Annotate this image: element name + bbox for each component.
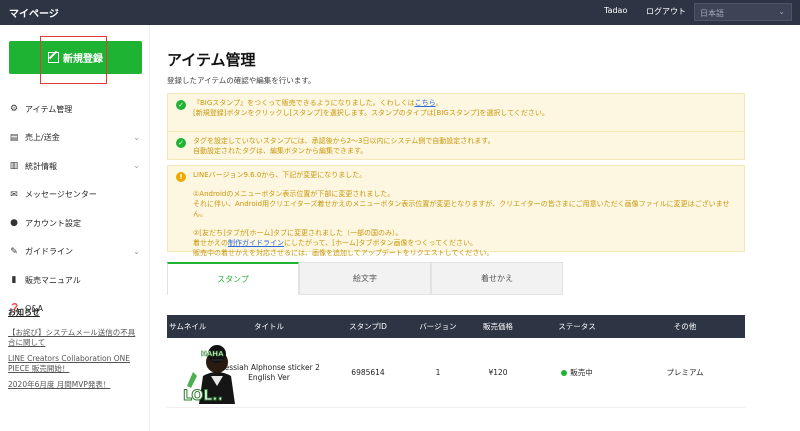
sidebar-item-sales-manual[interactable]: ▮ 販売マニュアル	[0, 266, 150, 295]
column-header: タイトル	[254, 322, 284, 331]
news-section: お知らせ 【お詫び】システムメール送信の不具合に関して LINE Creator…	[8, 307, 142, 396]
tab-emoji[interactable]: 絵文字	[299, 262, 431, 295]
notice-line: 『BIGスタンプ』をつくって販売できるようになりました。くわしくはこちら。	[193, 99, 443, 107]
notice-line: それに伴い、Android用クリエイターズ着せかえのメニューボタン表示位置が変更…	[193, 200, 730, 218]
sidebar: 新規登録 ⚙ アイテム管理 ▤ 売上/送金 ⌄ ▥ 統計情報 ⌄ ✉ メッセージ…	[0, 25, 150, 431]
version-cell: 1	[435, 368, 441, 377]
new-registration-button[interactable]: 新規登録	[9, 41, 142, 74]
column-header: 販売価格	[483, 322, 513, 331]
tab-themes[interactable]: 着せかえ	[431, 262, 563, 295]
notice-line-version: ! LINEバージョン9.6.0から、下記が変更になりました。 ①Android…	[167, 165, 745, 257]
pencil-icon: ✎	[10, 246, 18, 257]
news-item[interactable]: 2020年6月度 月間MVP発表！	[8, 380, 142, 390]
edit-icon	[48, 52, 59, 63]
sticker-text-top: HAHA	[201, 350, 224, 358]
sticker-id-cell: 6985614	[351, 368, 385, 377]
notice-line: LINEバージョン9.6.0から、下記が変更になりました。	[193, 171, 367, 179]
sidebar-menu: ⚙ アイテム管理 ▤ 売上/送金 ⌄ ▥ 統計情報 ⌄ ✉ メッセージセンター …	[0, 95, 150, 323]
sidebar-item-label: 販売マニュアル	[25, 275, 81, 285]
sidebar-item-label: アカウント設定	[25, 218, 81, 228]
sidebar-item-label: ガイドライン	[25, 247, 73, 257]
check-icon: ✓	[176, 138, 186, 148]
sidebar-item-label: 統計情報	[25, 161, 57, 171]
tab-stickers[interactable]: スタンプ	[167, 262, 299, 295]
price-cell: ¥120	[488, 368, 508, 377]
sidebar-item-item-management[interactable]: ⚙ アイテム管理	[0, 95, 150, 124]
status-badge: 販売中	[570, 368, 593, 377]
database-icon: ▤	[9, 132, 19, 143]
here-link[interactable]: こちら	[415, 99, 436, 107]
column-header: バージョン	[419, 322, 457, 331]
news-item[interactable]: LINE Creators Collaboration ONE PIECE 販売…	[8, 354, 142, 374]
notice-line: 自動設定されたタグは、編集ボタンから編集できます。	[193, 147, 368, 155]
brand-title[interactable]: マイページ	[9, 5, 59, 20]
chevron-down-icon: ⌄	[133, 246, 140, 256]
other-cell: プレミアム	[666, 368, 704, 377]
status-dot-icon	[561, 370, 568, 376]
sidebar-item-sales[interactable]: ▤ 売上/送金 ⌄	[0, 124, 150, 153]
new-registration-label: 新規登録	[63, 54, 103, 65]
column-header: その他	[673, 322, 697, 331]
user-name: Tadao	[604, 6, 628, 15]
sidebar-item-label: メッセージセンター	[25, 190, 97, 200]
column-header: スタンプID	[349, 322, 387, 331]
sidebar-item-label: 売上/送金	[25, 133, 60, 143]
sidebar-item-statistics[interactable]: ▥ 統計情報 ⌄	[0, 152, 150, 181]
check-icon: ✓	[176, 100, 186, 110]
page-title: アイテム管理	[167, 51, 256, 69]
table-row[interactable]: HAHA LOL.. Messiah Alphonse sticker 2 En…	[167, 338, 745, 408]
items-table: サムネイル タイトル スタンプID バージョン 販売価格 ステータス その他 H…	[167, 315, 745, 408]
gear-icon: ⚙	[9, 104, 19, 115]
sidebar-item-guidelines[interactable]: ✎ ガイドライン ⌄	[0, 238, 150, 267]
guideline-link[interactable]: 制作ガイドライン	[228, 239, 284, 247]
news-heading[interactable]: お知らせ	[8, 307, 142, 318]
language-value: 日本語	[700, 9, 724, 18]
sidebar-item-account-settings[interactable]: ● アカウント設定	[0, 209, 150, 238]
page-subtitle: 登録したアイテムの確認や編集を行います。	[167, 76, 316, 85]
info-icon: !	[176, 172, 186, 182]
notice-line: ①Androidのメニューボタン表示位置が下部に変更されました。	[193, 190, 395, 198]
table-header: サムネイル タイトル スタンプID バージョン 販売価格 ステータス その他	[167, 315, 745, 338]
chevron-down-icon: ⌄	[133, 132, 140, 142]
sticker-thumbnail[interactable]: HAHA LOL..	[181, 342, 241, 404]
sticker-text-bottom: LOL..	[183, 388, 223, 404]
column-header: ステータス	[558, 322, 596, 331]
status-cell: 販売中	[529, 367, 625, 378]
notice-tags: ✓ タグを設定していないスタンプには、承認後から2〜3日以内にシステム側で自動設…	[167, 131, 745, 160]
sidebar-item-label: アイテム管理	[25, 104, 73, 114]
document-icon: ▮	[11, 275, 17, 286]
notice-line: [新規登録]ボタンをクリックし[スタンプ]を選択します。スタンプのタイプは[BI…	[193, 109, 549, 117]
notice-line: ②[友だち]タブが[ホーム]タブに変更されました（一部の国のみ）。	[193, 229, 403, 237]
notice-line: 着せかえの制作ガイドラインにしたがって、[ホーム]タブボタン画像をつくってくださ…	[193, 239, 477, 247]
news-item[interactable]: 【お詫び】システムメール送信の不具合に関して	[8, 328, 142, 348]
chart-icon: ▥	[9, 161, 19, 172]
top-bar: マイページ Tadao ログアウト 日本語 ⌄	[0, 0, 800, 25]
logout-link[interactable]: ログアウト	[646, 6, 686, 17]
sidebar-item-message-center[interactable]: ✉ メッセージセンター	[0, 181, 150, 210]
user-icon: ●	[10, 218, 18, 229]
notice-line: タグを設定していないスタンプには、承認後から2〜3日以内にシステム側で自動設定さ…	[193, 137, 495, 145]
column-header: サムネイル	[169, 322, 207, 331]
language-select[interactable]: 日本語 ⌄	[694, 3, 792, 21]
chevron-down-icon: ⌄	[133, 161, 140, 170]
chevron-down-icon: ⌄	[778, 7, 785, 16]
notice-line: 販売中の着せかえを対応させるには、画像を追加してアップデートをリクエストしてくだ…	[193, 249, 494, 257]
envelope-icon: ✉	[10, 189, 18, 200]
item-type-tabs: スタンプ 絵文字 着せかえ	[167, 262, 563, 295]
